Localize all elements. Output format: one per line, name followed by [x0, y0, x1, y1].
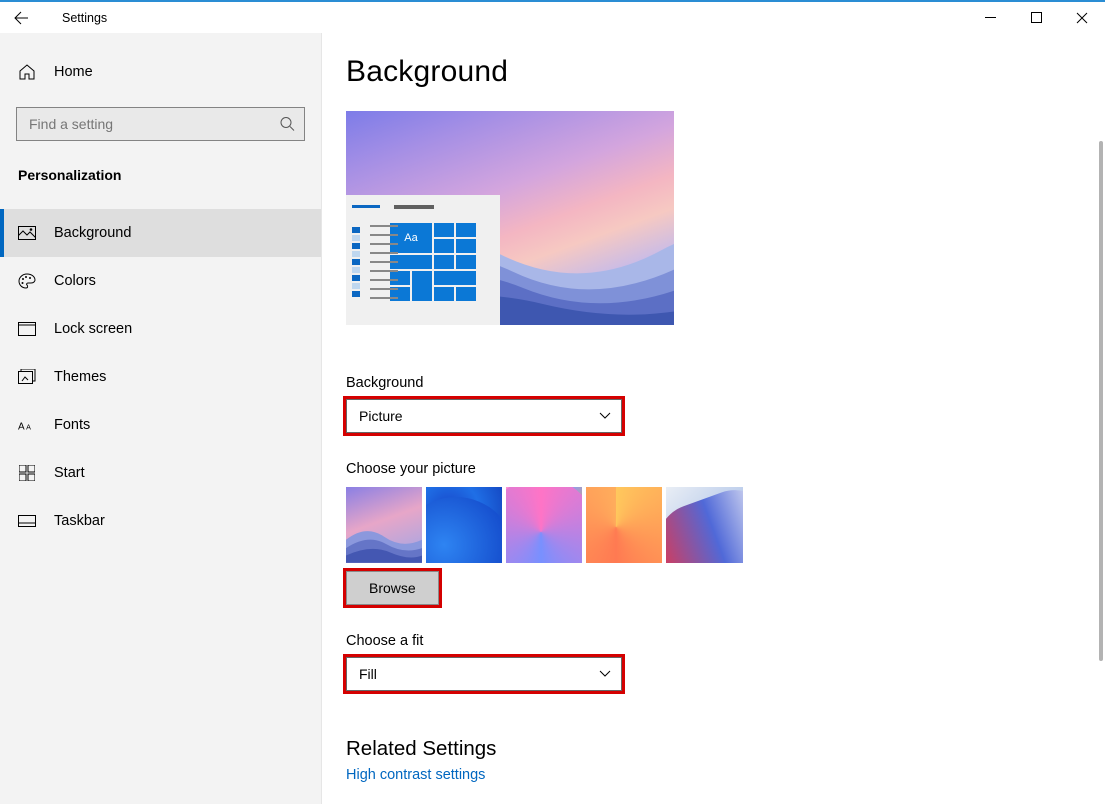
picture-thumb-5[interactable]: [666, 487, 743, 563]
window-controls: [967, 2, 1105, 33]
sidebar-item-colors[interactable]: Colors: [0, 257, 321, 305]
minimize-icon: [985, 12, 996, 23]
fonts-icon: AA: [18, 418, 36, 432]
sidebar-item-start[interactable]: Start: [0, 449, 321, 497]
category-title: Personalization: [0, 141, 321, 187]
chevron-down-icon: [599, 412, 611, 420]
desktop-preview: Aa: [346, 111, 674, 325]
arrow-left-icon: [13, 10, 29, 26]
maximize-button[interactable]: [1013, 2, 1059, 33]
home-label: Home: [54, 64, 93, 80]
background-dropdown[interactable]: Picture: [346, 399, 622, 433]
sidebar-item-label: Fonts: [54, 417, 90, 433]
picture-thumb-1[interactable]: [346, 487, 422, 563]
sidebar: Home Personalization Background Colors: [0, 33, 322, 804]
titlebar: Settings: [0, 0, 1105, 33]
sidebar-item-background[interactable]: Background: [0, 209, 321, 257]
sidebar-item-label: Taskbar: [54, 513, 105, 529]
sidebar-item-label: Colors: [54, 273, 96, 289]
back-button[interactable]: [0, 2, 42, 33]
browse-button[interactable]: Browse: [346, 571, 439, 605]
maximize-icon: [1031, 12, 1042, 23]
picture-thumb-2[interactable]: [426, 487, 502, 563]
search-container: [16, 107, 305, 141]
scrollbar[interactable]: [1095, 33, 1103, 804]
minimize-button[interactable]: [967, 2, 1013, 33]
sidebar-item-themes[interactable]: Themes: [0, 353, 321, 401]
sidebar-item-lockscreen[interactable]: Lock screen: [0, 305, 321, 353]
close-button[interactable]: [1059, 2, 1105, 33]
picture-icon: [18, 226, 36, 240]
chevron-down-icon: [599, 670, 611, 678]
home-icon: [18, 63, 36, 81]
fit-dropdown[interactable]: Fill: [346, 657, 622, 691]
search-input[interactable]: [16, 107, 305, 141]
sidebar-item-label: Themes: [54, 369, 106, 385]
home-nav[interactable]: Home: [0, 55, 321, 89]
nav-list: Background Colors Lock screen Themes: [0, 209, 321, 545]
palette-icon: [18, 273, 36, 289]
window-title: Settings: [42, 11, 107, 25]
picture-thumb-4[interactable]: [586, 487, 662, 563]
sidebar-item-fonts[interactable]: AA Fonts: [0, 401, 321, 449]
sidebar-item-label: Start: [54, 465, 85, 481]
picture-thumb-3[interactable]: [506, 487, 582, 563]
sidebar-item-label: Background: [54, 225, 131, 241]
themes-icon: [18, 369, 36, 385]
svg-text:A: A: [26, 423, 31, 432]
background-dropdown-label: Background: [346, 375, 1105, 391]
svg-text:A: A: [18, 422, 25, 433]
picture-thumbnails: [346, 487, 1105, 563]
page-title: Background: [346, 55, 1105, 89]
sidebar-item-taskbar[interactable]: Taskbar: [0, 497, 321, 545]
background-dropdown-value: Picture: [359, 408, 403, 424]
scrollbar-thumb[interactable]: [1099, 141, 1103, 661]
browse-button-label: Browse: [369, 580, 416, 596]
main-content: Background: [322, 33, 1105, 804]
close-icon: [1076, 12, 1088, 24]
choose-picture-label: Choose your picture: [346, 461, 1105, 477]
lock-screen-icon: [18, 322, 36, 336]
sidebar-item-label: Lock screen: [54, 321, 132, 337]
related-settings-heading: Related Settings: [346, 737, 1105, 761]
search-icon: [280, 117, 295, 132]
fit-dropdown-value: Fill: [359, 666, 377, 682]
start-icon: [18, 465, 36, 481]
high-contrast-link[interactable]: High contrast settings: [346, 767, 485, 783]
choose-fit-label: Choose a fit: [346, 633, 1105, 649]
taskbar-icon: [18, 515, 36, 527]
preview-start-panel: Aa: [346, 195, 500, 325]
